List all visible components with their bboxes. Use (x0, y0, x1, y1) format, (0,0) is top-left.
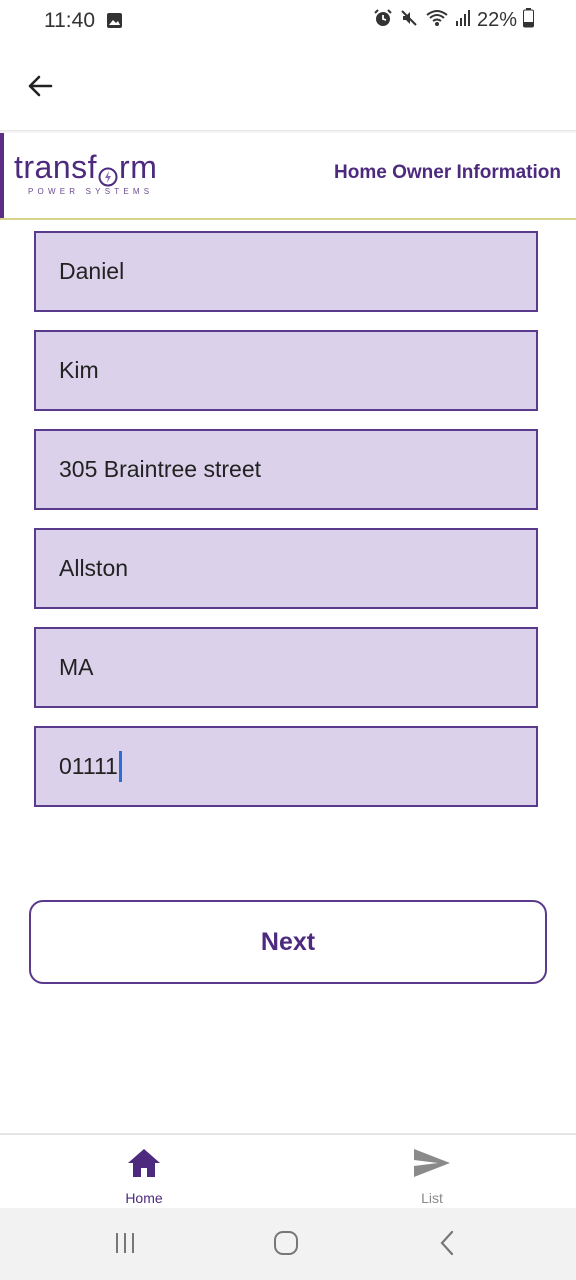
back-chevron-icon (436, 1229, 460, 1262)
brand-header: transf rm POWER SYSTEMS Home Owner Infor… (0, 133, 576, 219)
back-button[interactable] (18, 66, 62, 110)
nav-label-home: Home (125, 1190, 163, 1206)
wifi-icon (425, 8, 449, 33)
nav-label-list: List (421, 1190, 443, 1206)
city-field[interactable]: Allston (34, 528, 538, 609)
system-back-button[interactable] (426, 1228, 470, 1262)
signal-icon (455, 9, 471, 32)
status-icons: 22% (373, 8, 534, 33)
next-button-label: Next (260, 927, 316, 956)
brand-accent-bar (0, 133, 4, 219)
recents-icon (112, 1230, 138, 1261)
logo-word-left: transf (14, 149, 98, 185)
status-time: 11:40 (44, 9, 95, 32)
arrow-left-icon (26, 72, 54, 105)
first-name-field[interactable]: Daniel (34, 231, 538, 312)
image-icon (106, 12, 123, 34)
system-home-button[interactable] (264, 1228, 308, 1262)
header-divider (0, 218, 576, 220)
text-cursor (118, 751, 122, 782)
mute-icon (399, 8, 419, 33)
street-address-field[interactable]: 305 Braintree street (34, 429, 538, 510)
page-title: Home Owner Information (334, 162, 561, 183)
state-field[interactable]: MA (34, 627, 538, 708)
logo-word-right: rm (119, 149, 158, 185)
system-nav-bar (0, 1208, 576, 1280)
screen: 11:40 22% transf rm POWER SYSTEMS Home O… (0, 0, 576, 1280)
logo-subtitle: POWER SYSTEMS (28, 187, 154, 196)
last-name-value: Kim (59, 357, 99, 383)
nav-item-home[interactable]: Home (84, 1147, 204, 1206)
alarm-icon (373, 8, 393, 33)
street-address-value: 305 Braintree street (59, 456, 262, 482)
send-icon (412, 1147, 452, 1184)
next-button[interactable]: Next (29, 900, 547, 984)
app-bar (0, 44, 576, 130)
battery-icon (523, 8, 534, 33)
battery-percent: 22% (476, 9, 517, 31)
first-name-value: Daniel (59, 258, 125, 284)
transform-logo: transf rm POWER SYSTEMS (14, 151, 157, 196)
state-value: MA (59, 654, 94, 680)
recents-button[interactable] (103, 1228, 147, 1262)
zip-code-field[interactable]: 01111 (34, 726, 538, 807)
zip-code-value: 01111 (59, 753, 118, 779)
logo-power-icon (98, 160, 118, 187)
last-name-field[interactable]: Kim (34, 330, 538, 411)
bottom-nav: Home List (0, 1133, 576, 1208)
home-icon (126, 1147, 162, 1184)
nav-item-list[interactable]: List (372, 1147, 492, 1206)
status-bar: 11:40 22% (0, 0, 576, 44)
city-value: Allston (59, 555, 129, 581)
home-circle-icon (272, 1229, 300, 1262)
